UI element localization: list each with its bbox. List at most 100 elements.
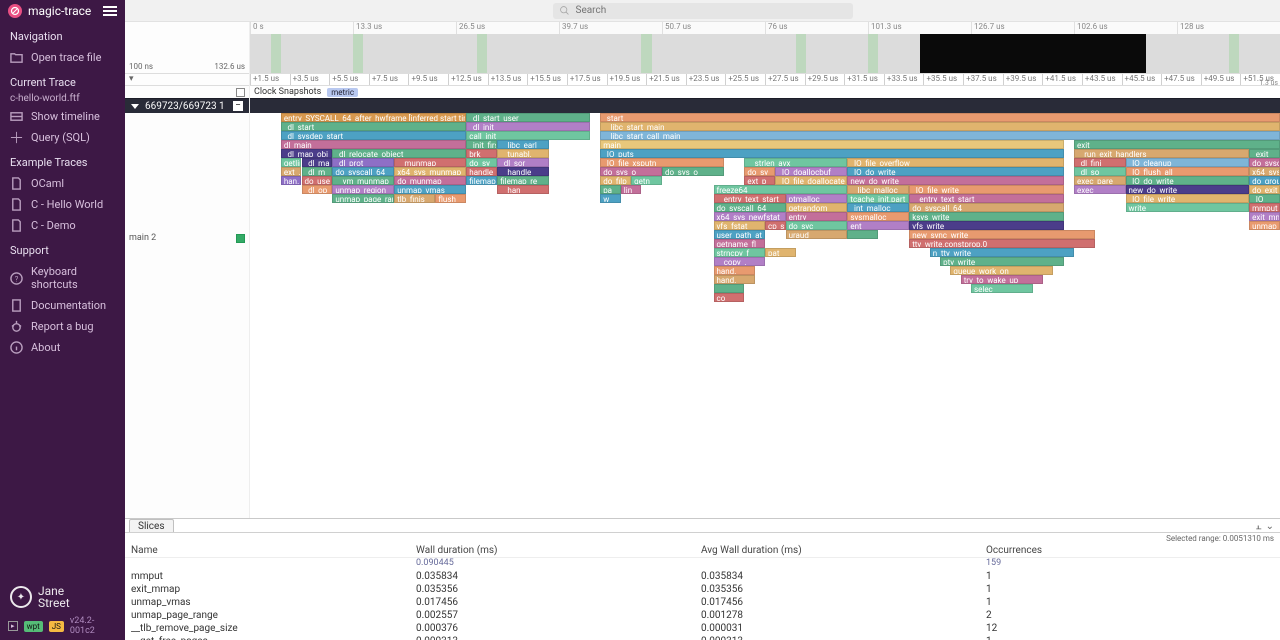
example-ocaml[interactable]: OCaml [0, 173, 125, 194]
open-trace-button[interactable]: Open trace file [0, 47, 125, 68]
tab-slices[interactable]: Slices [129, 519, 174, 532]
flame-frame[interactable]: ext_. [281, 167, 302, 176]
flame-frame[interactable]: sysmalloc [847, 212, 909, 221]
flame-frame[interactable]: _int_malloc [847, 203, 909, 212]
filter-icon[interactable]: ⫠ [1256, 521, 1262, 532]
flame-frame[interactable]: _IO_puts [600, 149, 1064, 158]
clock-snapshots-row[interactable]: Clock Snapshots metric [250, 86, 1280, 99]
flame-frame[interactable]: ptmalloc_ [786, 194, 848, 203]
flame-frame[interactable]: tcache_init.part [847, 194, 909, 203]
flame-frame[interactable]: do_use [302, 176, 333, 185]
flame-frame[interactable]: getname_fl [714, 239, 766, 248]
flame-frame[interactable]: do_exit [1249, 185, 1280, 194]
flame-frame[interactable]: do_filp [600, 176, 631, 185]
table-row[interactable]: exit_mmap0.0353560.0353561 [125, 583, 1280, 596]
flame-frame[interactable]: unmap_vmas [1249, 221, 1280, 230]
flame-frame[interactable]: do_group_exit [1249, 176, 1280, 185]
flame-frame[interactable]: _IO_file_xsputn [600, 158, 724, 167]
report-bug-button[interactable]: Report a bug [0, 316, 125, 337]
flame-frame[interactable]: write [1126, 203, 1250, 212]
flame-frame[interactable]: w [600, 194, 621, 203]
flame-frame[interactable]: _IO_do_write [1126, 176, 1250, 185]
query-sql-button[interactable]: Query (SQL) [0, 127, 125, 148]
flame-frame[interactable]: _IO_file_overflow [847, 158, 1063, 167]
flame-frame[interactable]: __run_exit_handlers [1074, 149, 1249, 158]
flame-frame[interactable]: _dl_init [466, 122, 590, 131]
flame-frame[interactable]: pty_write [940, 257, 1064, 266]
flame-frame[interactable]: pat [765, 248, 796, 257]
flame-frame[interactable]: exec_ [1074, 185, 1126, 194]
flame-frame[interactable]: __libc_malloc [847, 185, 909, 194]
flame-frame[interactable]: mmput [1249, 203, 1280, 212]
flame-frame[interactable]: __libc_start_call_main [600, 131, 1280, 140]
flame-frame[interactable]: x64_sys_newfstat [714, 212, 786, 221]
flame-frame[interactable]: _ [847, 230, 878, 239]
search-box[interactable] [553, 3, 853, 19]
flame-frame[interactable]: do_sys_o [662, 167, 724, 176]
flame-frame[interactable]: han. [281, 176, 302, 185]
flame-frame[interactable]: ext_p [744, 176, 775, 185]
keyboard-shortcuts-button[interactable]: ? Keyboard shortcuts [0, 261, 125, 295]
flame-frame[interactable]: _start [600, 113, 1280, 122]
flame-frame[interactable]: try_to_wake_up [961, 275, 1043, 284]
flame-frame[interactable]: new_do_write [847, 176, 1063, 185]
flame-frame[interactable]: __libc_start_main [600, 122, 1280, 131]
flame-frame[interactable]: vfs_write [909, 221, 1064, 230]
flame-frame[interactable]: tty_write.constprop.0 [909, 239, 1094, 248]
show-timeline-button[interactable]: Show timeline [0, 106, 125, 127]
flame-frame[interactable]: exec_pare [1074, 176, 1126, 185]
flame-frame[interactable]: _dl_sor [497, 158, 549, 167]
flame-frame[interactable]: _IO_flush_all [1126, 167, 1250, 176]
example-c-hello[interactable]: C - Hello World [0, 194, 125, 215]
flame-frame[interactable]: new_sync_write [909, 230, 1094, 239]
flame-frame[interactable]: _dl_fini [1074, 158, 1126, 167]
flame-frame[interactable]: __copy_. [714, 257, 766, 266]
menu-icon[interactable] [103, 6, 117, 16]
about-button[interactable]: About [0, 337, 125, 358]
thread-header-gutter[interactable]: 669723/669723 1 − [125, 99, 249, 113]
flame-frame[interactable]: _dl_start [281, 122, 466, 131]
flame-frame[interactable]: hand. [714, 266, 755, 275]
flame-frame[interactable]: lin [621, 185, 642, 194]
ruler-collapse-icon[interactable]: ▾ [125, 74, 249, 86]
flame-frame[interactable]: do_syscall_64 [909, 203, 1064, 212]
table-row[interactable]: unmap_vmas0.0174560.0174561 [125, 596, 1280, 609]
overview-minimap[interactable]: 0 s13.3 us26.5 us39.7 us50.7 us76 us101.… [250, 22, 1280, 74]
flame-frame[interactable]: __entry_text_start [714, 194, 786, 203]
flame-frame[interactable]: call_init [466, 131, 590, 140]
clock-checkbox[interactable] [236, 88, 245, 97]
flame-frame[interactable]: dl_main [281, 140, 466, 149]
flame-frame[interactable]: do_syc [786, 221, 848, 230]
flame-frame[interactable]: ent_ [847, 221, 909, 230]
flame-frame[interactable]: do_syscall_64 [1249, 158, 1280, 167]
flame-frame[interactable]: do_syscall_64 [332, 167, 394, 176]
flame-frame[interactable]: filemap_re [497, 176, 549, 185]
flame-frame[interactable]: _dl_m [302, 167, 333, 176]
flame-frame[interactable]: tlb_finis [394, 194, 435, 203]
flame-frame[interactable]: entry_SYSCALL_64_after_hwframe [inferred… [281, 113, 466, 122]
flame-frame[interactable]: entry_ [786, 212, 848, 221]
flame-frame[interactable]: _dl_so [1074, 167, 1126, 176]
flame-frame[interactable]: __libc_earl [497, 140, 549, 149]
flame-frame[interactable]: co [714, 293, 745, 302]
flame-frame[interactable]: _IO_file_write [1126, 194, 1250, 203]
flame-frame[interactable]: hand. [714, 275, 755, 284]
flame-frame[interactable]: unmap_region [332, 185, 394, 194]
flame-frame[interactable]: __munmap [394, 158, 466, 167]
flame-frame[interactable]: _dl_relocate_object [332, 149, 466, 158]
flame-frame[interactable]: x64_sys_munmap [394, 167, 466, 176]
flame-frame[interactable]: _IO_do_write [847, 167, 1063, 176]
pin-checkbox[interactable] [236, 234, 245, 243]
pinned-slice[interactable]: main 2 [125, 231, 249, 245]
flame-frame[interactable]: strncpy_f [714, 248, 766, 257]
flame-frame[interactable]: __ [714, 284, 745, 293]
flame-frame[interactable]: handle_mm [466, 167, 497, 176]
flame-frame[interactable]: _IO_cleanup [1126, 158, 1250, 167]
flame-frame[interactable]: _IO_file_write [909, 185, 1064, 194]
flame-frame[interactable]: _dl_sysdep_start [281, 131, 466, 140]
flame-frame[interactable]: do_sy [466, 158, 497, 167]
flame-frame[interactable]: _dl_start_user [466, 113, 590, 122]
flame-frame[interactable]: _dl_prot [332, 158, 394, 167]
flame-frame[interactable]: exit [1074, 140, 1280, 149]
documentation-button[interactable]: Documentation [0, 295, 125, 316]
